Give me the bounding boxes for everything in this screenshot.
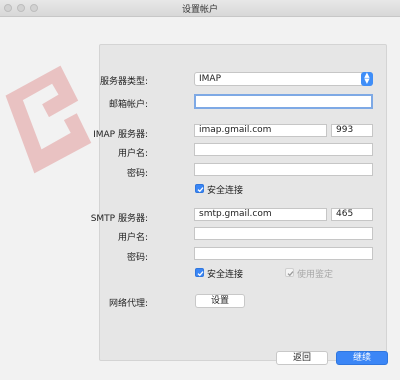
server-type-select[interactable]: IMAP ▲ ▼: [194, 72, 373, 86]
settings-panel: 服务器类型: IMAP ▲ ▼ 邮箱帐户: IMAP 服务器: imap.gmai…: [91, 44, 387, 361]
smtp-secure-checkbox[interactable]: [195, 268, 204, 277]
server-type-label: 服务器类型:: [99, 77, 148, 87]
back-button[interactable]: 返回: [276, 351, 328, 365]
window-content: 服务器类型: IMAP ▲ ▼ 邮箱帐户: IMAP 服务器: imap.gmai…: [0, 17, 400, 380]
smtp-password-label: 密码:: [126, 253, 148, 263]
smtp-secure-label: 安全连接: [207, 270, 244, 280]
imap-secure-label: 安全连接: [207, 186, 244, 196]
server-type-value: IMAP: [199, 74, 222, 84]
smtp-password-field[interactable]: [194, 247, 373, 260]
imap-secure-checkbox[interactable]: [195, 184, 204, 193]
proxy-settings-button[interactable]: 设置: [195, 294, 245, 308]
chevron-up-down-icon: ▲ ▼: [361, 72, 373, 86]
imap-password-field[interactable]: [194, 163, 373, 176]
email-field[interactable]: [194, 94, 373, 109]
imap-username-field[interactable]: [194, 143, 373, 156]
smtp-username-label: 用户名:: [117, 233, 148, 243]
checkmark-icon: [197, 187, 204, 193]
smtp-auth-checkbox[interactable]: [285, 268, 294, 277]
window-title: 设置帐户: [181, 5, 218, 15]
imap-server-field[interactable]: imap.gmail.com: [194, 124, 327, 137]
proxy-label: 网络代理:: [108, 299, 148, 309]
imap-password-label: 密码:: [126, 169, 148, 179]
imap-port-field[interactable]: 993: [331, 124, 373, 137]
continue-button[interactable]: 继续: [336, 351, 388, 365]
title-bar: 设置帐户: [0, 0, 400, 17]
smtp-username-field[interactable]: [194, 227, 373, 240]
checkmark-icon: [287, 271, 294, 277]
checkmark-icon: [197, 271, 204, 277]
imap-username-label: 用户名:: [117, 149, 148, 159]
imap-server-label: IMAP 服务器:: [93, 130, 148, 140]
smtp-server-field[interactable]: smtp.gmail.com: [194, 208, 327, 221]
smtp-port-field[interactable]: 465: [331, 208, 373, 221]
smtp-server-label: SMTP 服务器:: [90, 214, 148, 224]
smtp-auth-label: 使用鉴定: [297, 270, 334, 280]
email-label: 邮箱帐户:: [108, 100, 148, 110]
